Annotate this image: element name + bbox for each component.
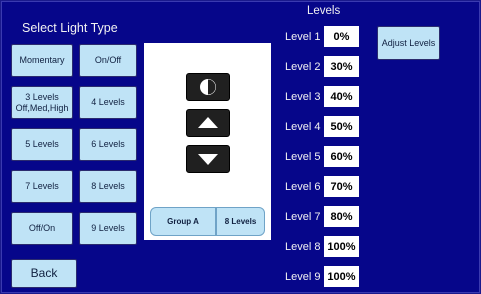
level-down-button[interactable] xyxy=(186,145,230,173)
level-label: Level 8 xyxy=(285,241,321,253)
level-label: Level 3 xyxy=(285,91,321,103)
level-value[interactable]: 60% xyxy=(324,146,359,167)
level-label: Level 9 xyxy=(285,271,321,283)
level-value[interactable]: 0% xyxy=(324,26,359,47)
light-type-screen: Select Light Type Momentary On/Off 3 Lev… xyxy=(1,1,480,293)
level-label: Level 5 xyxy=(285,151,321,163)
back-button[interactable]: Back xyxy=(11,259,77,288)
type-button-3-levels[interactable]: 3 Levels Off,Med,High xyxy=(11,86,73,119)
level-label: Level 6 xyxy=(285,181,321,193)
level-value[interactable]: 70% xyxy=(324,176,359,197)
type-button-5-levels[interactable]: 5 Levels xyxy=(11,128,73,161)
page-title: Select Light Type xyxy=(22,21,118,35)
level-up-button[interactable] xyxy=(186,109,230,137)
type-button-8-levels[interactable]: 8 Levels xyxy=(79,170,137,203)
level-value[interactable]: 30% xyxy=(324,56,359,77)
contrast-button[interactable] xyxy=(186,73,230,101)
type-button-off-on[interactable]: Off/On xyxy=(11,212,73,245)
type-button-9-levels[interactable]: 9 Levels xyxy=(79,212,137,245)
contrast-icon xyxy=(200,79,216,95)
type-button-momentary[interactable]: Momentary xyxy=(11,44,73,77)
level-label: Level 1 xyxy=(285,31,321,43)
level-value[interactable]: 80% xyxy=(324,206,359,227)
adjust-levels-button[interactable]: Adjust Levels xyxy=(377,26,440,60)
arrow-down-icon xyxy=(198,154,218,165)
level-value[interactable]: 40% xyxy=(324,86,359,107)
type-button-on-off[interactable]: On/Off xyxy=(79,44,137,77)
control-panel: Group A 8 Levels xyxy=(144,43,271,240)
level-label: Level 4 xyxy=(285,121,321,133)
level-value[interactable]: 100% xyxy=(324,236,359,257)
level-value[interactable]: 50% xyxy=(324,116,359,137)
type-button-7-levels[interactable]: 7 Levels xyxy=(11,170,73,203)
level-value[interactable]: 100% xyxy=(324,266,359,287)
level-label: Level 2 xyxy=(285,61,321,73)
group-button[interactable]: Group A xyxy=(150,207,216,236)
type-button-4-levels[interactable]: 4 Levels xyxy=(79,86,137,119)
type-button-6-levels[interactable]: 6 Levels xyxy=(79,128,137,161)
levels-heading: Levels xyxy=(307,5,341,17)
level-label: Level 7 xyxy=(285,211,321,223)
group-levels-badge[interactable]: 8 Levels xyxy=(216,207,265,236)
arrow-up-icon xyxy=(198,117,218,128)
